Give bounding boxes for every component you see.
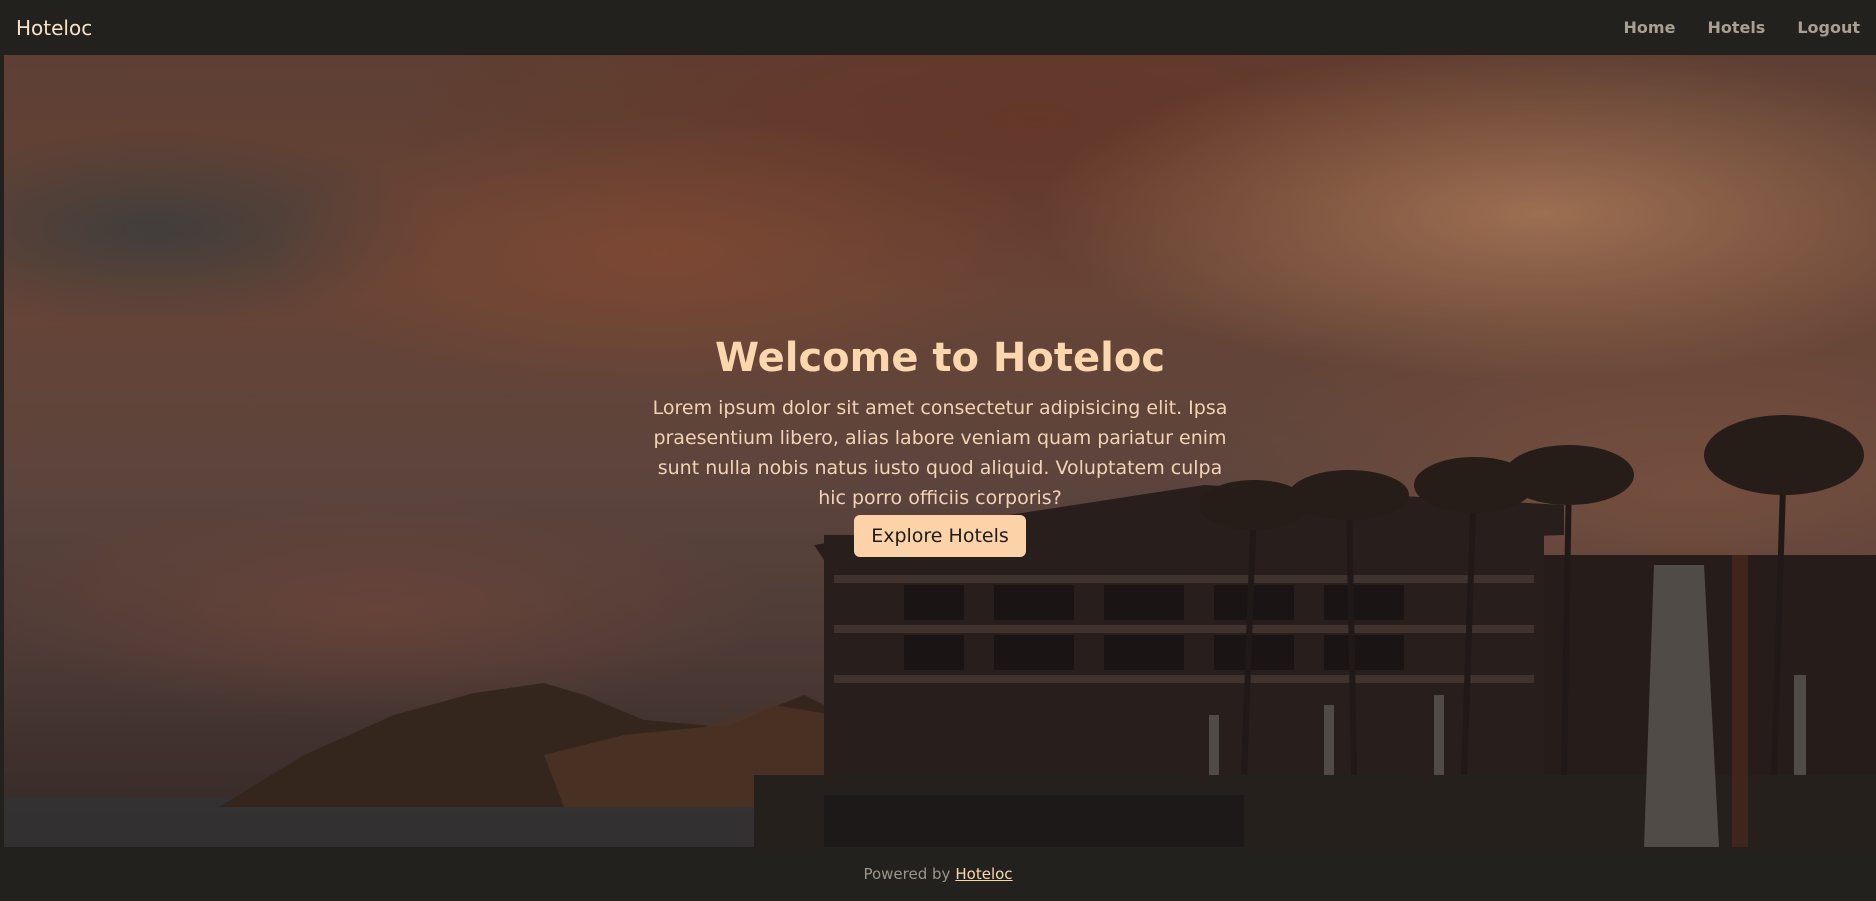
nav-links: Home Hotels Logout — [1624, 18, 1860, 37]
brand-logo[interactable]: Hoteloc — [16, 16, 92, 40]
footer-text: Powered by — [863, 865, 951, 883]
explore-hotels-button[interactable]: Explore Hotels — [854, 515, 1026, 557]
nav-link-logout[interactable]: Logout — [1797, 18, 1860, 37]
navbar: Hoteloc Home Hotels Logout — [0, 0, 1876, 55]
hero-section: Welcome to Hoteloc Lorem ipsum dolor sit… — [4, 55, 1876, 847]
hero-title: Welcome to Hoteloc — [714, 335, 1166, 381]
hero-description: Lorem ipsum dolor sit amet consectetur a… — [652, 397, 1228, 509]
nav-link-hotels[interactable]: Hotels — [1707, 18, 1765, 37]
hero-content: Welcome to Hoteloc Lorem ipsum dolor sit… — [4, 335, 1876, 557]
page: Hoteloc Home Hotels Logout Welcome to Ho… — [0, 0, 1876, 901]
footer: Powered by Hoteloc — [0, 847, 1876, 901]
footer-link[interactable]: Hoteloc — [955, 865, 1012, 883]
nav-link-home[interactable]: Home — [1624, 18, 1676, 37]
